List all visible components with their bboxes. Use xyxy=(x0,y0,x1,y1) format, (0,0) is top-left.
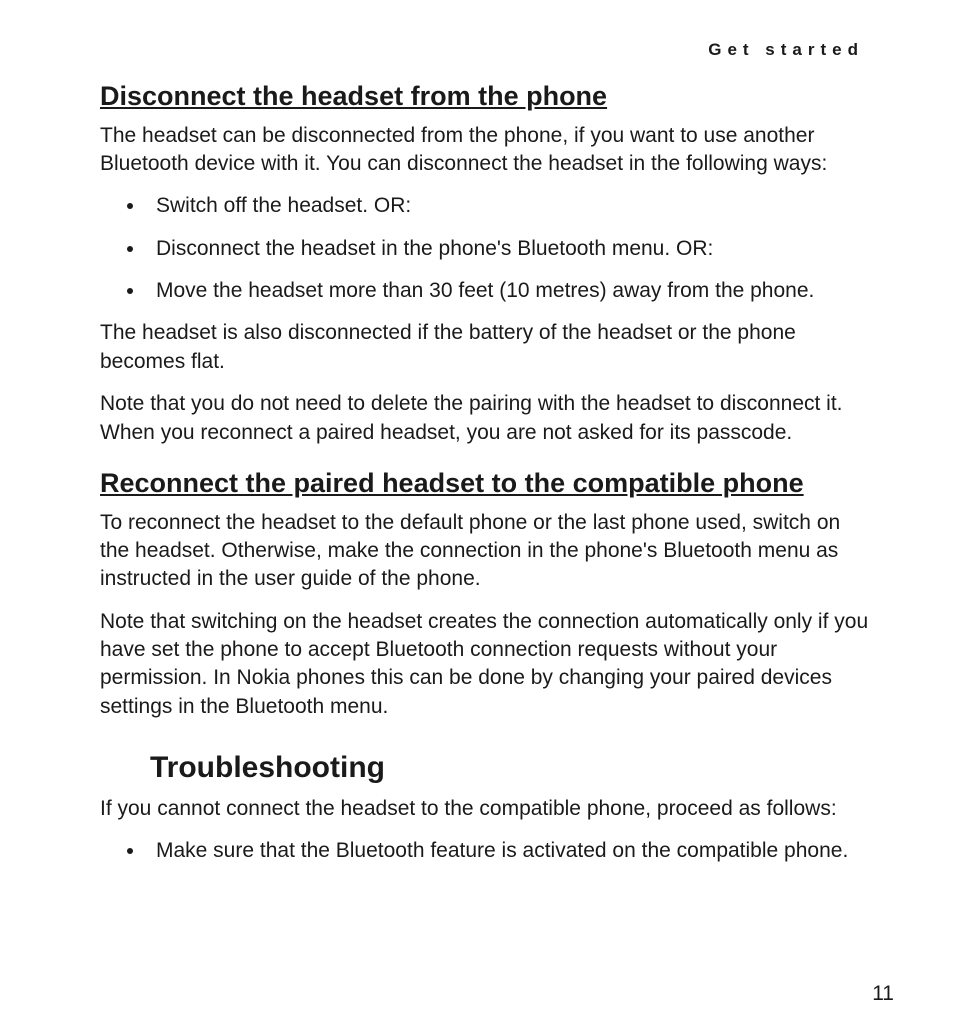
section-title-troubleshooting: Troubleshooting xyxy=(150,749,874,787)
running-head: Get started xyxy=(100,40,874,60)
list-item: Switch off the headset. OR: xyxy=(146,192,874,220)
list-item: Move the headset more than 30 feet (10 m… xyxy=(146,277,874,305)
disconnect-bullet-list: Switch off the headset. OR: Disconnect t… xyxy=(100,192,874,305)
paragraph-disconnect-intro: The headset can be disconnected from the… xyxy=(100,122,874,179)
paragraph-reconnect-intro: To reconnect the headset to the default … xyxy=(100,509,874,594)
subhead-reconnect: Reconnect the paired headset to the comp… xyxy=(100,467,874,501)
subhead-disconnect: Disconnect the headset from the phone xyxy=(100,80,874,114)
page-number: 11 xyxy=(872,982,894,1006)
paragraph-troubleshooting-intro: If you cannot connect the headset to the… xyxy=(100,795,874,823)
troubleshooting-bullet-list: Make sure that the Bluetooth feature is … xyxy=(100,837,874,865)
page-container: Get started Disconnect the headset from … xyxy=(0,0,954,1036)
list-item: Disconnect the headset in the phone's Bl… xyxy=(146,235,874,263)
paragraph-disconnect-battery: The headset is also disconnected if the … xyxy=(100,319,874,376)
paragraph-disconnect-note: Note that you do not need to delete the … xyxy=(100,390,874,447)
list-item: Make sure that the Bluetooth feature is … xyxy=(146,837,874,865)
paragraph-reconnect-note: Note that switching on the headset creat… xyxy=(100,608,874,721)
